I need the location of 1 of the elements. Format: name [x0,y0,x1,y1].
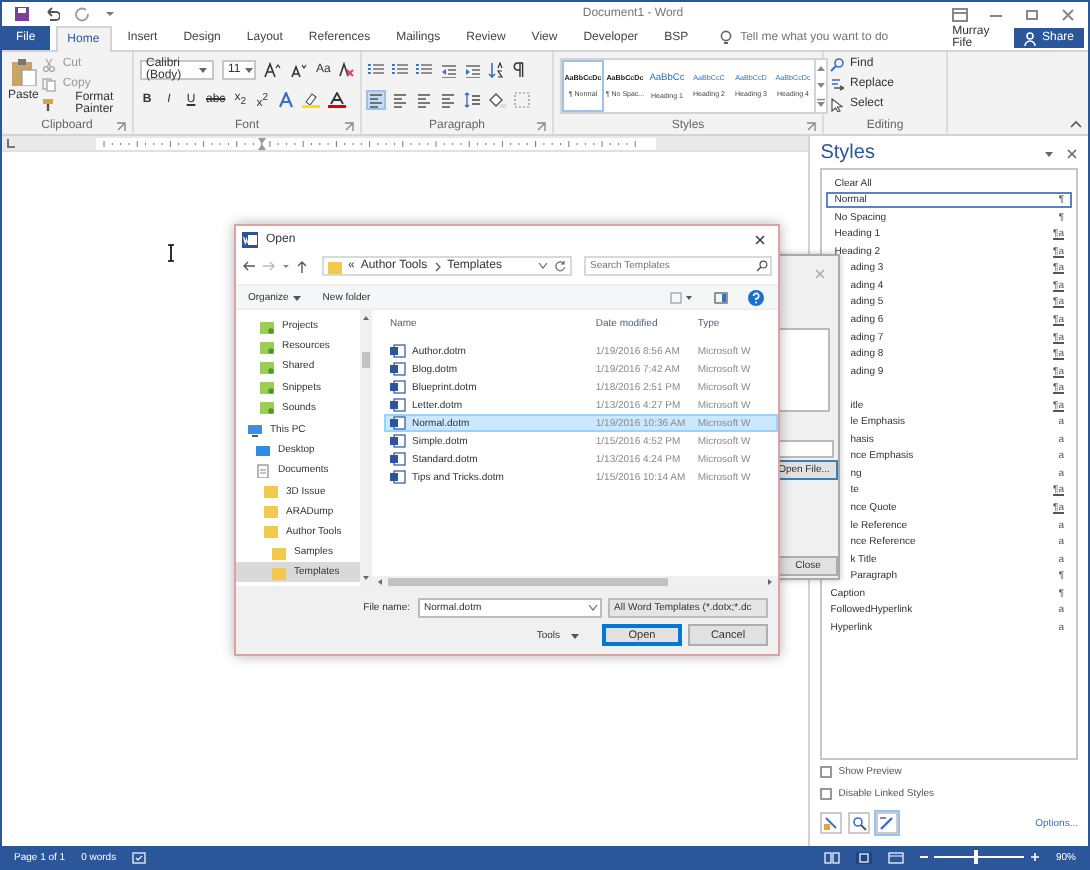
pane-title: Styles [820,142,877,165]
